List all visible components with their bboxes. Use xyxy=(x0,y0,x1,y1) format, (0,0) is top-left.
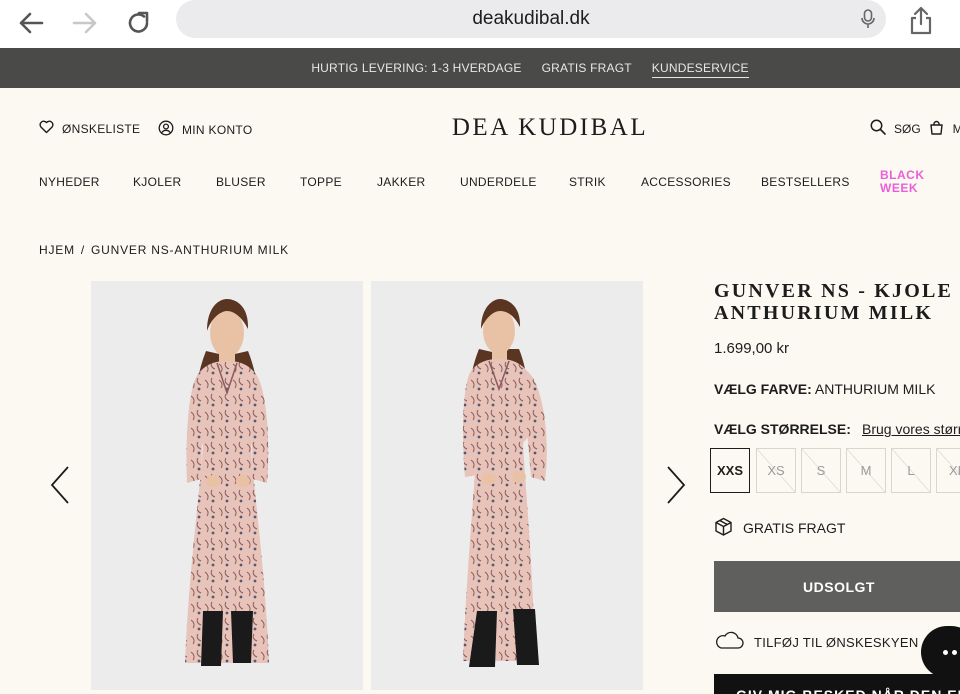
gallery-prev-arrow-icon[interactable] xyxy=(46,463,76,507)
size-label: VÆLG STØRRELSE: xyxy=(714,421,851,437)
browser-toolbar: deakudibal.dk xyxy=(0,0,960,48)
size-option-xl[interactable]: XL xyxy=(936,448,960,493)
colour-value: ANTHURIUM MILK xyxy=(814,381,936,397)
product-image-side[interactable] xyxy=(371,281,643,690)
nav-item-accessories[interactable]: ACCESSORIES xyxy=(641,175,731,189)
size-option-xs[interactable]: XS xyxy=(756,448,796,493)
brand-logo[interactable]: DEA KUDIBAL xyxy=(0,114,960,142)
nav-item-strik[interactable]: STRIK xyxy=(569,175,606,189)
package-icon xyxy=(714,517,733,539)
breadcrumb: HJEM / GUNVER NS-ANTHURIUM MILK xyxy=(39,243,289,257)
product-title: GUNVER NS - KJOLE - ANTHURIUM MILK xyxy=(714,280,954,324)
black-week-line2: WEEK xyxy=(880,181,918,195)
gallery-next-arrow-icon[interactable] xyxy=(662,463,692,507)
breadcrumb-separator: / xyxy=(80,243,86,257)
free-shipping-info: GRATIS FRAGT xyxy=(714,517,845,539)
forward-icon[interactable] xyxy=(68,6,102,40)
size-option-l[interactable]: L xyxy=(891,448,931,493)
nav-item-black-week[interactable]: BLACK WEEK xyxy=(880,169,925,195)
product-image-front[interactable] xyxy=(91,281,363,690)
nav-item-kjoler[interactable]: KJOLER xyxy=(133,175,181,189)
size-option-s[interactable]: S xyxy=(801,448,841,493)
promo-free-shipping: GRATIS FRAGT xyxy=(541,61,632,75)
size-option-xxs[interactable]: XXS xyxy=(710,448,750,493)
header-tools: SØG M xyxy=(870,119,960,138)
breadcrumb-current: GUNVER NS-ANTHURIUM MILK xyxy=(91,243,289,257)
shipping-label: GRATIS FRAGT xyxy=(743,520,846,536)
chat-widget-button[interactable] xyxy=(921,626,960,678)
nav-item-nyheder[interactable]: NYHEDER xyxy=(39,175,100,189)
nav-item-bestsellers[interactable]: BESTSELLERS xyxy=(761,175,850,189)
promo-delivery: HURTIG LEVERING: 1-3 HVERDAGE xyxy=(311,61,522,75)
size-option-m[interactable]: M xyxy=(846,448,886,493)
search-label[interactable]: SØG xyxy=(894,122,921,136)
add-to-wishlist-button[interactable]: TILFØJ TIL ØNSKESKYEN xyxy=(714,631,919,654)
nav-item-underdele[interactable]: UNDERDELE xyxy=(460,175,537,189)
back-icon[interactable] xyxy=(14,6,48,40)
colour-label: VÆLG FARVE: xyxy=(714,381,812,397)
reload-icon[interactable] xyxy=(122,6,156,40)
microphone-icon[interactable] xyxy=(860,8,876,36)
sold-out-button[interactable]: UDSOLGT xyxy=(714,561,960,612)
chat-dot-icon xyxy=(952,649,957,655)
nav-item-jakker[interactable]: JAKKER xyxy=(377,175,425,189)
notify-me-button[interactable]: GIV MIG BESKED NÅR DEN ER xyxy=(714,674,960,694)
cart-icon[interactable] xyxy=(929,120,944,138)
product-price: 1.699,00 kr xyxy=(714,340,790,357)
colour-selector: VÆLG FARVE: ANTHURIUM MILK xyxy=(714,381,935,397)
search-icon[interactable] xyxy=(870,119,886,138)
size-guide-link[interactable]: Brug vores størr xyxy=(862,421,960,437)
cart-label[interactable]: M xyxy=(953,122,960,136)
address-bar[interactable]: deakudibal.dk xyxy=(176,0,886,38)
chat-dot-icon xyxy=(943,649,948,655)
url-text: deakudibal.dk xyxy=(472,8,590,29)
promo-customer-service-link[interactable]: KUNDESERVICE xyxy=(651,58,749,78)
wishlist-button-label: TILFØJ TIL ØNSKESKYEN xyxy=(754,635,919,650)
cloud-icon xyxy=(714,631,744,654)
share-icon[interactable] xyxy=(906,4,936,41)
promo-bar: HURTIG LEVERING: 1-3 HVERDAGE GRATIS FRA… xyxy=(0,48,960,88)
nav-item-bluser[interactable]: BLUSER xyxy=(216,175,266,189)
breadcrumb-home[interactable]: HJEM xyxy=(39,243,75,257)
nav-item-toppe[interactable]: TOPPE xyxy=(300,175,342,189)
